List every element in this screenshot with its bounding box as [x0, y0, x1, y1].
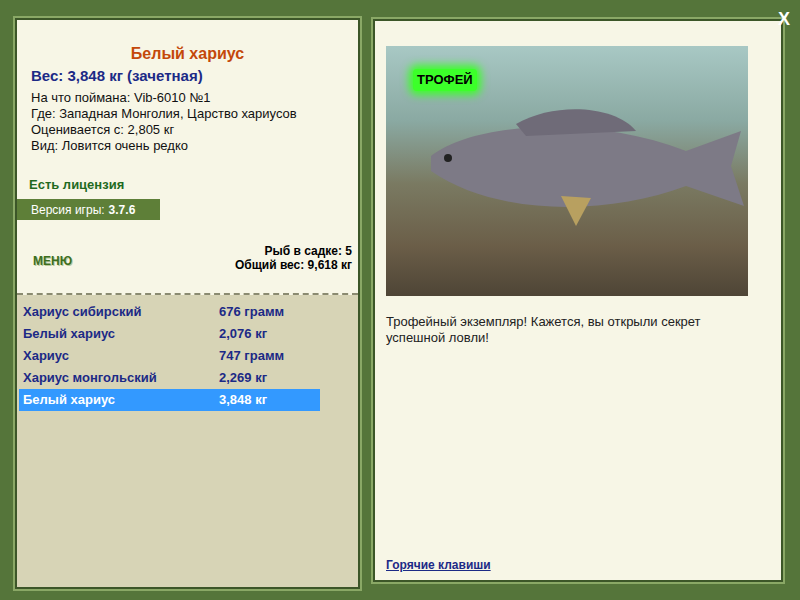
catch-name: Хариус	[19, 346, 219, 366]
keepnet-total: Общий вес: 9,618 кг	[235, 258, 352, 272]
catch-message: Трофейный экземпляр! Кажется, вы открыли…	[386, 296, 781, 346]
catch-weight: 676 грамм	[219, 302, 284, 322]
catch-name: Белый хариус	[19, 324, 219, 344]
fish-info: Белый хариусВес: 3,848 кг (зачетная)На ч…	[17, 20, 358, 295]
catch-list: Хариус сибирский676 граммБелый хариус2,0…	[17, 295, 358, 411]
fish-detail: Оценивается с: 2,805 кг	[31, 122, 358, 138]
license-label: Есть лицензия	[17, 154, 358, 193]
hotkeys-link[interactable]: Горячие клавиши	[386, 556, 781, 574]
catch-row[interactable]: Хариус сибирский676 грамм	[19, 301, 320, 323]
fish-detail: Вид: Ловится очень редко	[31, 138, 358, 154]
catch-name: Хариус сибирский	[19, 302, 219, 322]
keepnet-summary: Рыб в садке: 5Общий вес: 9,618 кг	[235, 244, 352, 272]
catch-row[interactable]: Белый хариус2,076 кг	[19, 323, 320, 345]
menu-button[interactable]: МЕНЮ	[33, 252, 72, 270]
trophy-badge: ТРОФЕЙ	[413, 69, 477, 91]
photo-panel: ТРОФЕЙ Трофейный экземпляр! Кажется, вы о…	[373, 19, 783, 582]
catch-name: Белый хариус	[19, 390, 219, 410]
fish-detail: На что поймана: Vib-6010 №1	[31, 90, 358, 106]
version-value: 3.7.6	[109, 201, 136, 219]
fish-detail: Где: Западная Монголия, Царство хариусов	[31, 106, 358, 122]
fish-weight: Вес: 3,848 кг (зачетная)	[17, 64, 358, 86]
fish-photo: ТРОФЕЙ	[386, 46, 748, 296]
keepnet-count: Рыб в садке: 5	[264, 244, 352, 258]
close-button[interactable]: X	[778, 6, 790, 33]
keepnet-row: МЕНЮ Рыб в садке: 5Общий вес: 9,618 кг	[17, 220, 358, 272]
fish-name: Белый хариус	[17, 20, 358, 64]
info-panel: Белый хариусВес: 3,848 кг (зачетная)На ч…	[15, 18, 360, 589]
catch-row[interactable]: Хариус монгольский2,269 кг	[19, 367, 320, 389]
dialog: Белый хариусВес: 3,848 кг (зачетная)На ч…	[0, 0, 800, 600]
catch-weight: 2,269 кг	[219, 368, 267, 388]
spacer	[386, 346, 781, 556]
catch-weight: 747 грамм	[219, 346, 284, 366]
catch-row[interactable]: Хариус747 грамм	[19, 345, 320, 367]
catch-weight: 2,076 кг	[219, 324, 267, 344]
fish-details: На что поймана: Vib-6010 №1Где: Западная…	[17, 86, 358, 154]
version-bar: Версия игры:3.7.6	[17, 199, 160, 220]
catch-row[interactable]: Белый хариус3,848 кг	[19, 389, 320, 411]
catch-weight: 3,848 кг	[219, 390, 267, 410]
catch-name: Хариус монгольский	[19, 368, 219, 388]
version-label: Версия игры:	[31, 201, 105, 219]
